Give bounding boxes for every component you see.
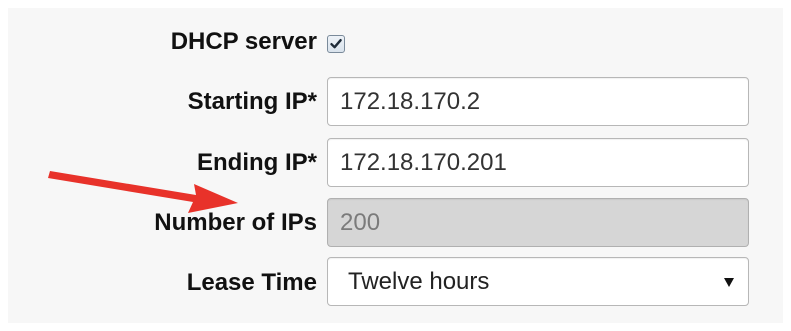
dhcp-server-label: DHCP server [170, 28, 317, 55]
ending-ip-input[interactable]: 172.18.170.201 [327, 138, 749, 187]
number-of-ips-field: 200 [327, 198, 749, 247]
checkmark-icon [330, 39, 342, 49]
lease-time-selected-value: Twelve hours [348, 268, 490, 295]
dhcp-server-row: DHCP server [8, 8, 783, 78]
dhcp-settings-panel: DHCP server Starting IP* 172.18.170.2 En… [8, 8, 783, 323]
ending-ip-label: Ending IP* [197, 149, 317, 176]
lease-time-select[interactable]: Twelve hours [327, 257, 749, 306]
lease-time-label: Lease Time [186, 269, 317, 296]
dhcp-server-checkbox[interactable] [327, 35, 345, 53]
starting-ip-label: Starting IP* [187, 88, 317, 115]
caret-down-icon[interactable] [724, 278, 734, 287]
number-of-ips-label: Number of IPs [154, 209, 317, 236]
starting-ip-input[interactable]: 172.18.170.2 [327, 77, 749, 126]
